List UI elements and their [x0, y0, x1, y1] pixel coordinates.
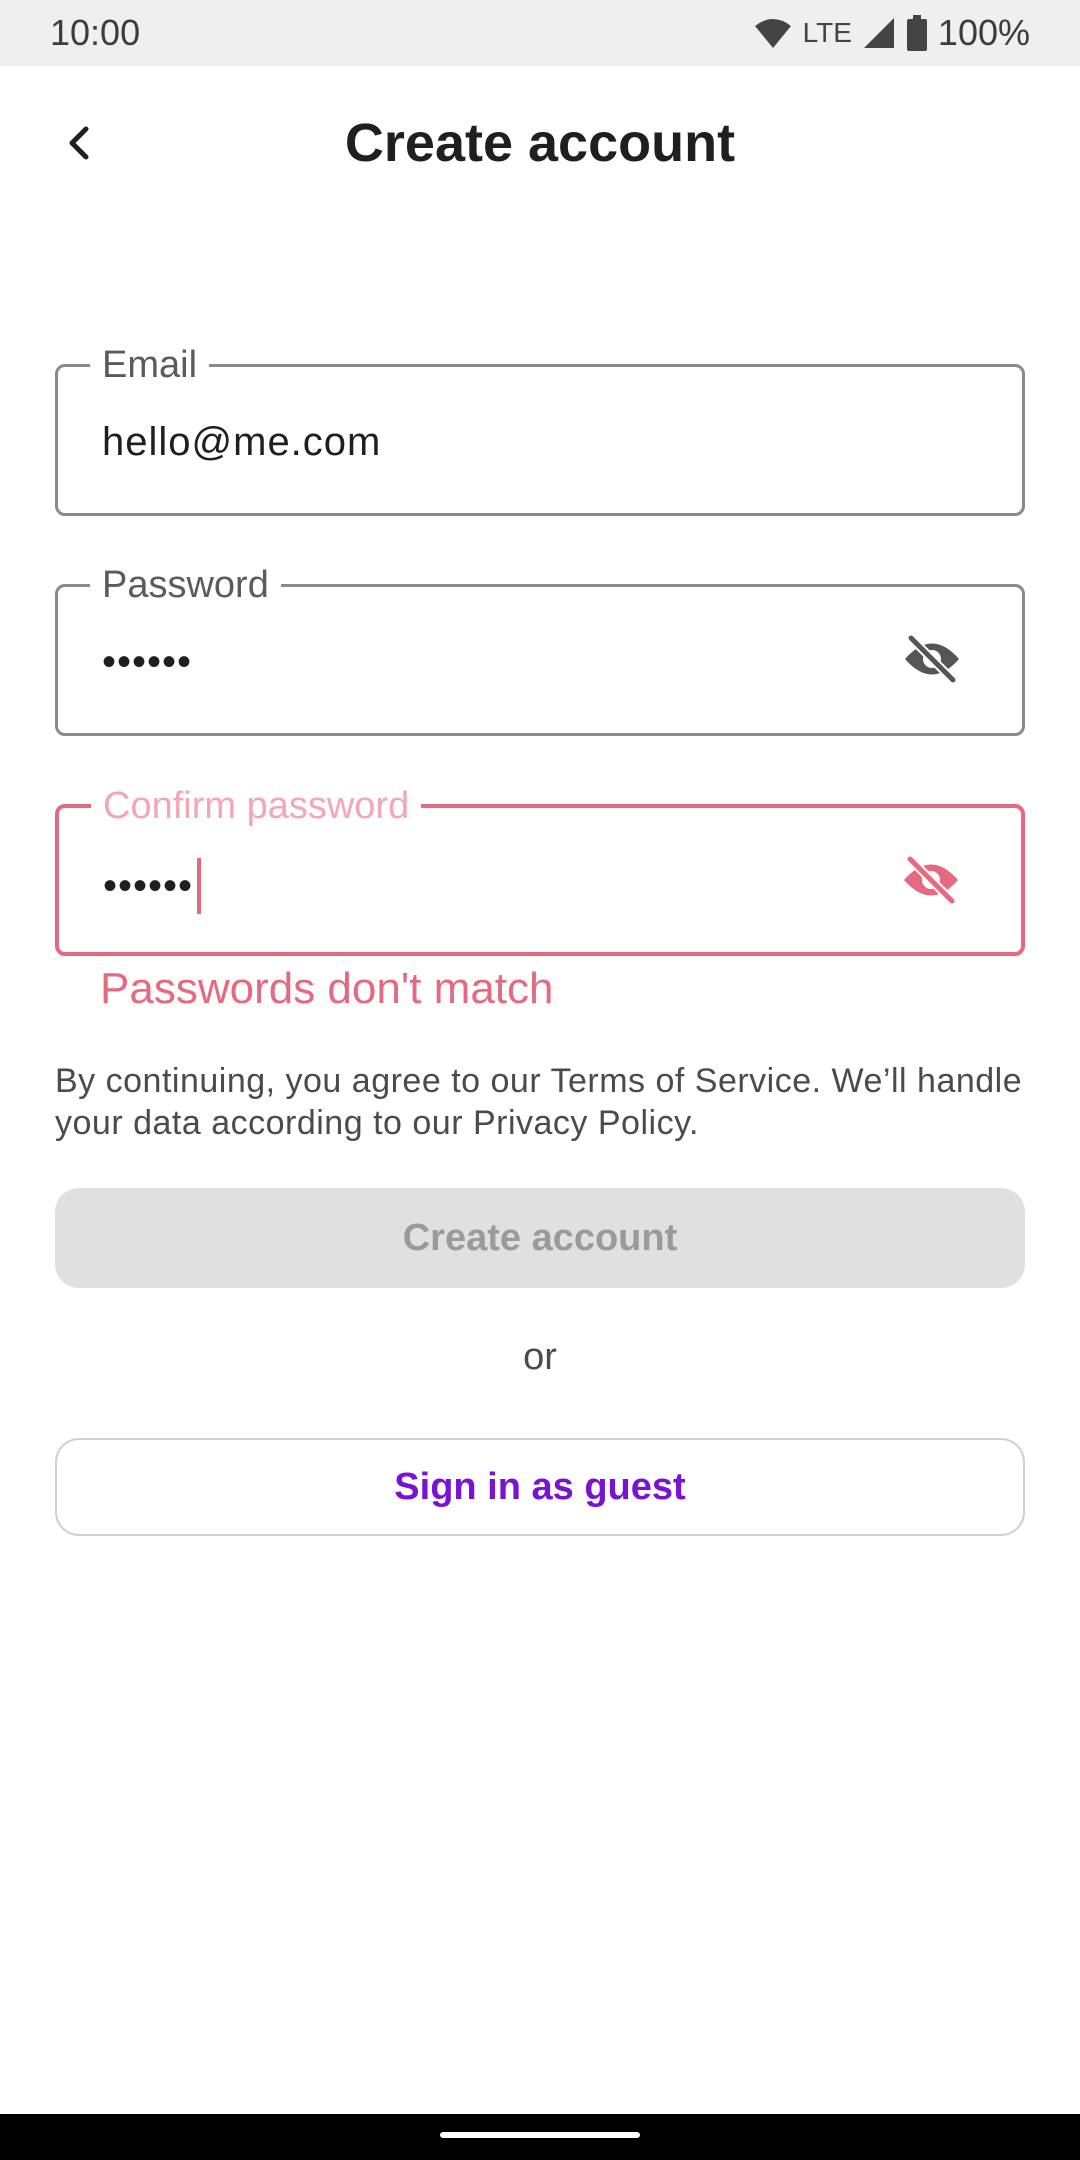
- battery-percent: 100%: [937, 12, 1030, 53]
- confirm-password-value-wrap: ••••••: [103, 858, 202, 914]
- sign-in-as-guest-button[interactable]: Sign in as guest: [55, 1438, 1025, 1536]
- page-title: Create account: [344, 113, 736, 173]
- terms-text: By continuing, you agree to our Terms of…: [55, 1062, 1023, 1142]
- network-type: LTE: [802, 17, 852, 48]
- confirm-password-value: ••••••: [103, 864, 194, 908]
- confirm-password-visibility-toggle[interactable]: [899, 854, 963, 910]
- wifi-icon: [753, 16, 793, 50]
- password-label: Password: [90, 563, 281, 607]
- status-time: 10:00: [50, 12, 141, 53]
- confirm-password-label: Confirm password: [91, 784, 422, 828]
- or-divider: or: [523, 1336, 557, 1378]
- password-field[interactable]: Password ••••••: [55, 563, 1025, 736]
- email-label: Email: [90, 343, 210, 387]
- navigation-bar: [0, 2114, 1080, 2160]
- status-bar: 10:00 LTE 100%: [0, 0, 1080, 66]
- home-handle[interactable]: [440, 2132, 640, 2138]
- status-icons: LTE 100%: [753, 12, 1030, 54]
- eye-off-icon: [900, 854, 962, 910]
- text-cursor: [197, 858, 202, 914]
- email-value: hello@me.com: [102, 420, 382, 464]
- confirm-password-error: Passwords don't match: [100, 964, 554, 1013]
- battery-icon: [906, 15, 928, 51]
- signal-icon: [862, 16, 896, 50]
- email-field[interactable]: Email hello@me.com: [55, 343, 1025, 516]
- create-account-screen: 10:00 LTE 100% Create account Email hell…: [0, 0, 1080, 2160]
- password-visibility-toggle[interactable]: [900, 633, 964, 689]
- create-account-button[interactable]: Create account: [55, 1188, 1025, 1288]
- password-value: ••••••: [102, 640, 193, 684]
- confirm-password-field[interactable]: Confirm password ••••••: [55, 784, 1025, 956]
- eye-off-icon: [901, 633, 963, 689]
